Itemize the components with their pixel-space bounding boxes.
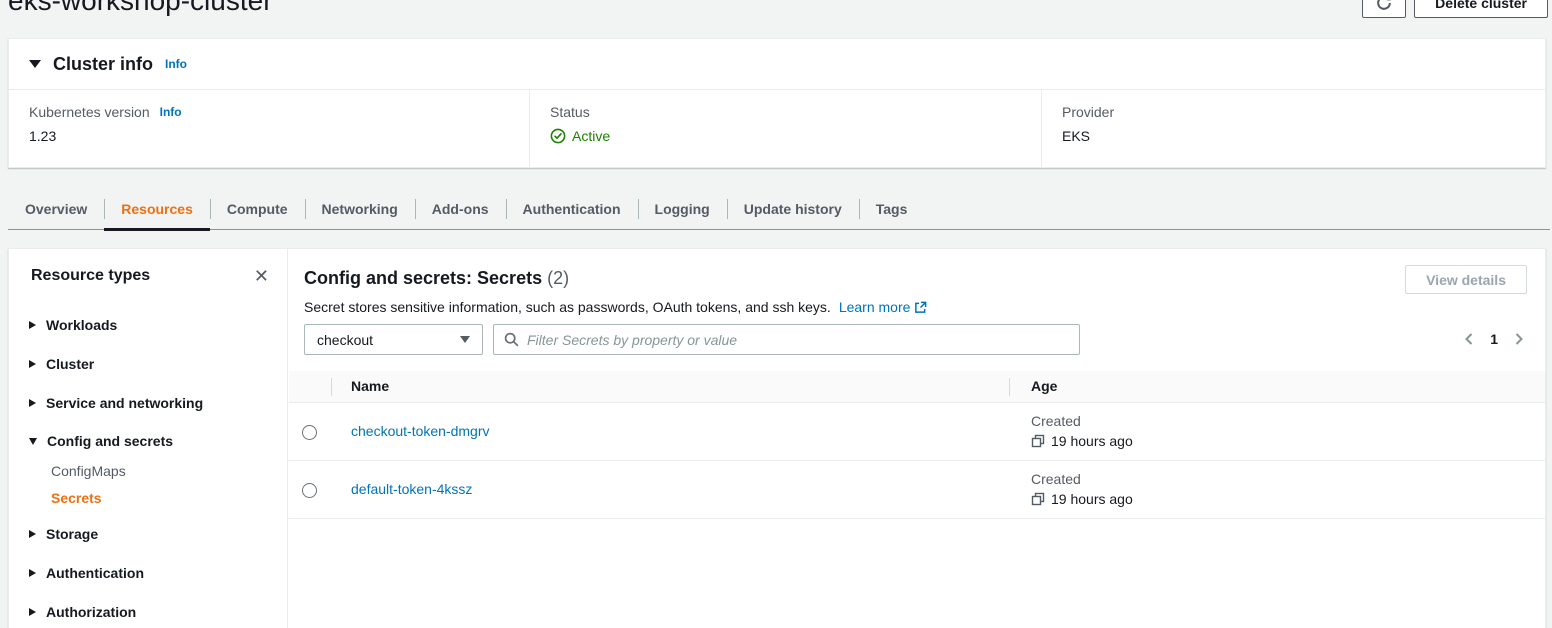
sidebar-item-service-and-networking[interactable]: Service and networking — [29, 395, 203, 411]
field-status: Status Active — [529, 90, 1041, 168]
collapse-caret-icon[interactable] — [29, 60, 41, 68]
sidebar-item-authorization[interactable]: Authorization — [29, 604, 136, 620]
chevron-right-icon — [29, 530, 36, 538]
tab-authentication[interactable]: Authentication — [506, 188, 638, 230]
copy-icon[interactable] — [1031, 434, 1045, 448]
cluster-tabs: Overview Resources Compute Networking Ad… — [8, 188, 924, 230]
close-icon[interactable]: ✕ — [254, 267, 269, 285]
column-header-name: Name — [351, 378, 389, 394]
provider-value: EKS — [1062, 128, 1525, 144]
kubernetes-version-info-link[interactable]: Info — [160, 105, 182, 119]
sidebar-item-workloads[interactable]: Workloads — [29, 317, 117, 333]
resource-types-sidebar: Resource types ✕ Workloads Cluster Servi… — [9, 249, 288, 628]
tab-resources[interactable]: Resources — [104, 188, 210, 230]
field-kubernetes-version: Kubernetes version Info 1.23 — [9, 90, 529, 168]
sidebar-item-secrets[interactable]: Secrets — [51, 490, 102, 506]
page-number[interactable]: 1 — [1490, 331, 1498, 347]
chevron-right-icon — [29, 608, 36, 616]
copy-icon[interactable] — [1031, 492, 1045, 506]
header-actions: Delete cluster — [1362, 0, 1548, 18]
search-input[interactable] — [527, 332, 1069, 348]
heading-count: (2) — [547, 268, 569, 288]
field-label: Kubernetes version — [29, 104, 150, 120]
cluster-info-info-link[interactable]: Info — [165, 57, 187, 71]
table-row: default-token-4kssz Created 19 hours ago — [289, 461, 1545, 519]
chevron-down-icon — [29, 438, 37, 445]
tab-update-history[interactable]: Update history — [727, 188, 859, 230]
tab-tags[interactable]: Tags — [859, 188, 925, 230]
previous-page-icon[interactable] — [1463, 331, 1475, 347]
secrets-description: Secret stores sensitive information, suc… — [304, 299, 927, 315]
filter-row: checkout — [304, 324, 1080, 355]
kubernetes-version-value: 1.23 — [29, 128, 509, 144]
created-label: Created — [1031, 413, 1133, 429]
view-details-button[interactable]: View details — [1405, 265, 1527, 294]
tab-overview[interactable]: Overview — [8, 188, 104, 230]
resources-panel: Resource types ✕ Workloads Cluster Servi… — [8, 248, 1546, 628]
refresh-icon — [1375, 0, 1393, 12]
secrets-table: Name Age checkout-token-dmgrv Created — [289, 371, 1545, 519]
dropdown-value: checkout — [317, 332, 373, 348]
check-circle-icon — [550, 128, 566, 144]
cluster-info-body: Kubernetes version Info 1.23 Status Acti… — [9, 90, 1545, 168]
chevron-right-icon — [29, 399, 36, 407]
sidebar-item-authentication[interactable]: Authentication — [29, 565, 144, 581]
external-link-icon — [914, 301, 927, 314]
delete-cluster-button[interactable]: Delete cluster — [1414, 0, 1548, 18]
tab-add-ons[interactable]: Add-ons — [415, 188, 506, 230]
dropdown-caret-icon — [460, 336, 470, 343]
tab-compute[interactable]: Compute — [210, 188, 305, 230]
chevron-right-icon — [29, 321, 36, 329]
secret-name-link[interactable]: checkout-token-dmgrv — [351, 423, 490, 439]
field-label: Provider — [1062, 104, 1114, 120]
secret-name-link[interactable]: default-token-4kssz — [351, 481, 472, 497]
cluster-info-title: Cluster info — [53, 54, 153, 75]
chevron-right-icon — [29, 569, 36, 577]
status-badge: Active — [550, 128, 1021, 144]
sidebar-item-configmaps[interactable]: ConfigMaps — [51, 463, 126, 479]
table-header: Name Age — [289, 371, 1545, 403]
content-heading: Config and secrets: Secrets (2) — [304, 268, 569, 289]
column-header-age: Age — [1031, 378, 1057, 394]
search-icon — [504, 332, 519, 347]
chevron-right-icon — [29, 360, 36, 368]
row-radio-button[interactable] — [302, 425, 317, 440]
learn-more-link[interactable]: Learn more — [839, 299, 928, 315]
cluster-info-card: Cluster info Info Kubernetes version Inf… — [8, 38, 1546, 168]
table-row: checkout-token-dmgrv Created 19 hours ag… — [289, 403, 1545, 461]
search-box — [493, 324, 1080, 355]
cluster-info-header[interactable]: Cluster info Info — [9, 39, 1545, 90]
age-text: 19 hours ago — [1051, 433, 1133, 449]
age-cell: Created 19 hours ago — [1031, 413, 1133, 449]
sidebar-item-config-and-secrets[interactable]: Config and secrets — [29, 433, 173, 449]
pagination: 1 — [1463, 331, 1525, 347]
age-cell: Created 19 hours ago — [1031, 471, 1133, 507]
sidebar-title: Resource types — [31, 267, 150, 285]
page-title: eks-workshop-cluster — [8, 0, 273, 17]
age-text: 19 hours ago — [1051, 491, 1133, 507]
sidebar-item-cluster[interactable]: Cluster — [29, 356, 94, 372]
tab-networking[interactable]: Networking — [305, 188, 415, 230]
heading-text: Config and secrets: Secrets — [304, 268, 542, 288]
tab-logging[interactable]: Logging — [638, 188, 727, 230]
status-text: Active — [572, 128, 610, 144]
field-provider: Provider EKS — [1041, 90, 1545, 168]
row-radio-button[interactable] — [302, 483, 317, 498]
namespace-dropdown[interactable]: checkout — [304, 324, 483, 355]
sidebar-item-storage[interactable]: Storage — [29, 526, 98, 542]
created-label: Created — [1031, 471, 1133, 487]
secrets-content: Config and secrets: Secrets (2) View det… — [289, 249, 1545, 628]
refresh-button[interactable] — [1362, 0, 1406, 18]
next-page-icon[interactable] — [1513, 331, 1525, 347]
field-label: Status — [550, 104, 590, 120]
